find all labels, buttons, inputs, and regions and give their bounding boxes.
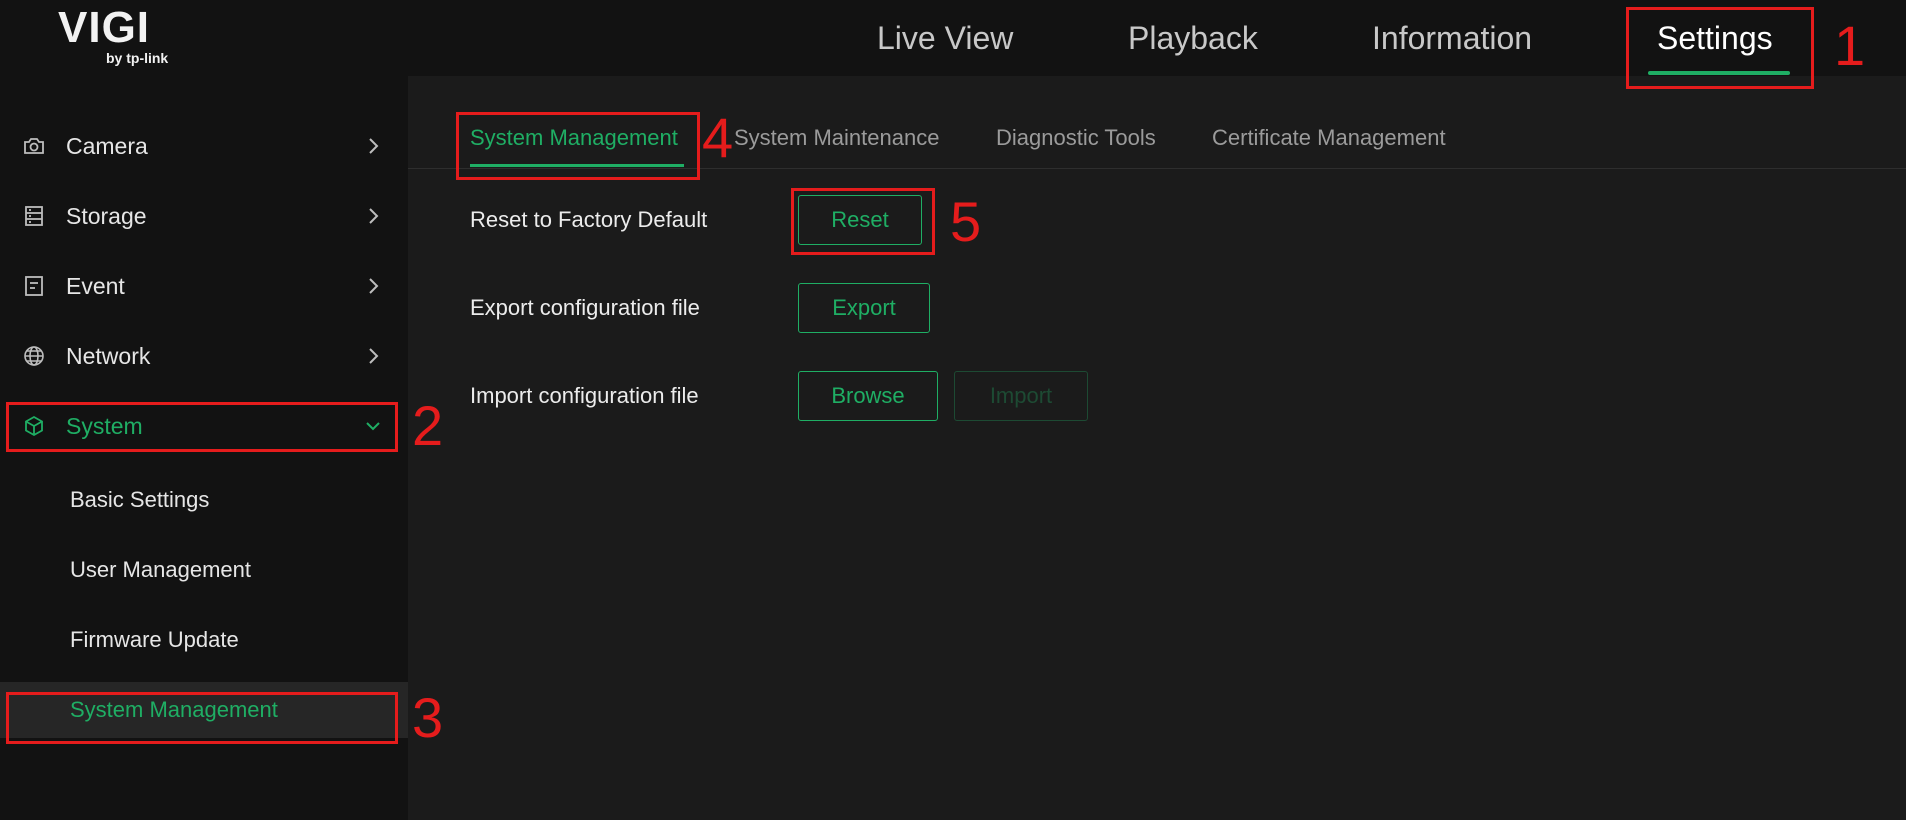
topnav-live-view[interactable]: Live View (877, 16, 1013, 60)
reset-factory-label: Reset to Factory Default (470, 207, 708, 232)
event-icon (22, 274, 46, 298)
camera-icon (22, 134, 46, 158)
logo-text: VIGI (58, 3, 151, 52)
sidebar-subitem-user-management[interactable]: User Management (0, 542, 408, 598)
sidebar-subitem-label: System Management (70, 697, 278, 722)
sidebar-item-network[interactable]: Network (0, 328, 408, 384)
sidebar-item-label: System (66, 413, 143, 439)
cube-icon (22, 414, 46, 438)
tab-active-indicator (470, 164, 684, 167)
tab-system-maintenance[interactable]: System Maintenance (734, 122, 939, 154)
import-config-label: Import configuration file (470, 383, 699, 408)
tab-system-management[interactable]: System Management (470, 122, 678, 154)
export-config-label: Export configuration file (470, 295, 700, 320)
export-button[interactable]: Export (798, 283, 930, 333)
import-button[interactable]: Import (954, 371, 1088, 421)
sidebar-subitem-label: Basic Settings (70, 487, 210, 512)
chevron-down-icon (362, 415, 384, 437)
vigi-logo: VIGI by tp-link (58, 4, 188, 70)
sidebar-item-label: Network (66, 343, 151, 369)
sidebar-subitem-label: User Management (70, 557, 251, 582)
tab-certificate-management[interactable]: Certificate Management (1212, 122, 1446, 154)
tab-diagnostic-tools[interactable]: Diagnostic Tools (996, 122, 1156, 154)
top-bar: VIGI by tp-link Live View Playback Infor… (0, 0, 1906, 76)
topnav-settings[interactable]: Settings (1657, 16, 1773, 60)
chevron-right-icon (362, 345, 384, 367)
tab-divider (408, 168, 1906, 169)
topnav-active-indicator (1648, 71, 1790, 75)
sidebar-item-label: Storage (66, 203, 147, 229)
sidebar-item-camera[interactable]: Camera (0, 118, 408, 174)
sidebar-subitem-label: Firmware Update (70, 627, 239, 652)
sidebar-subitem-system-management[interactable]: System Management (0, 682, 408, 738)
sidebar: Camera Storage Event Network System Basi… (0, 76, 408, 820)
sidebar-item-system[interactable]: System (0, 398, 408, 454)
main-content: System Management System Maintenance Dia… (408, 76, 1906, 820)
sidebar-subitem-basic-settings[interactable]: Basic Settings (0, 472, 408, 528)
logo-subtext: by tp-link (106, 50, 169, 66)
sidebar-item-label: Event (66, 273, 125, 299)
sidebar-subitem-firmware-update[interactable]: Firmware Update (0, 612, 408, 668)
browse-button[interactable]: Browse (798, 371, 938, 421)
chevron-right-icon (362, 205, 384, 227)
sidebar-item-event[interactable]: Event (0, 258, 408, 314)
topnav-playback[interactable]: Playback (1128, 16, 1258, 60)
chevron-right-icon (362, 135, 384, 157)
storage-icon (22, 204, 46, 228)
chevron-right-icon (362, 275, 384, 297)
topnav-information[interactable]: Information (1372, 16, 1532, 60)
sidebar-item-label: Camera (66, 133, 148, 159)
globe-icon (22, 344, 46, 368)
sidebar-item-storage[interactable]: Storage (0, 188, 408, 244)
reset-button[interactable]: Reset (798, 195, 922, 245)
